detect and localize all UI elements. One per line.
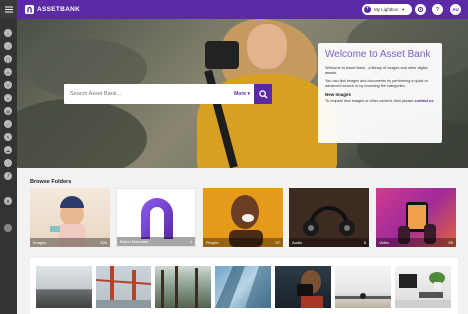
image-thumbnail[interactable] [155,266,211,308]
asset-bank-logo-icon [25,5,34,14]
contact-us-link[interactable]: contact us. [415,99,435,103]
folder-tile-brand-materials[interactable]: Brand Materials 4 [116,188,196,247]
folder-name: People [206,240,219,245]
welcome-instructions: You can find images and documents by per… [325,79,428,88]
search-icon[interactable]: ⌕ [4,94,12,102]
folder-name: Images [33,240,47,245]
chevron-down-icon: ▼ [401,7,406,12]
image-thumbnail[interactable] [96,266,151,308]
folder-name: Audio [292,240,303,245]
welcome-title: Welcome to Asset Bank [325,49,431,60]
share-icon[interactable]: ⤴ [4,172,12,180]
folder-count: 906 [100,240,107,245]
folder-name: Brand Materials [120,239,149,244]
user-avatar[interactable]: AU [450,4,461,15]
search-icon [258,89,268,99]
image-thumbnail[interactable] [335,266,391,308]
welcome-panel: Welcome to Asset Bank Welcome to Asset B… [318,43,442,143]
search-input[interactable] [64,91,235,97]
home-icon[interactable]: ⌂ [4,29,12,37]
app-name: ASSETBANK [37,6,81,13]
admin-icon[interactable]: ⚙ [4,197,12,205]
folder-tile-people[interactable]: People 57 [203,188,283,247]
folder-tile-audio[interactable]: Audio 6 [289,188,369,247]
folder-count: 69 [448,240,453,245]
new-images-text: To request new images or other content, … [325,99,435,103]
welcome-intro: Welcome to Asset Bank - a library of ima… [325,66,428,75]
more-options-toggle[interactable]: More ▾ [234,91,250,97]
info-icon[interactable]: i [4,224,12,232]
help-icon[interactable]: ? [432,4,443,15]
search-button[interactable] [254,84,272,104]
folder-name: Video [379,240,390,245]
lightbox-dropdown[interactable]: + My Lightbox ▼ [362,4,412,15]
edit-icon[interactable]: ✎ [4,133,12,141]
hamburger-menu-icon[interactable] [0,0,17,19]
cloud-icon[interactable]: ☁ [4,146,12,154]
folder-tile-video[interactable]: Video 69 [376,188,456,247]
plus-icon: + [364,6,371,13]
sidebar: ⌂ ↑ ▢ ▭ ≡ ⌕ ▤ ✓ ✎ ☁ ↓ ⤴ ⚙ i [0,19,17,314]
settings-icon[interactable] [415,4,426,15]
download-icon[interactable]: ↓ [4,159,12,167]
image-thumbnail[interactable] [275,266,331,308]
folder-count: 6 [363,240,366,245]
upload-icon[interactable]: ↑ [4,42,12,50]
collections-icon[interactable]: ≡ [4,81,12,89]
folder-count: 4 [189,239,192,244]
folder-icon[interactable]: ▭ [4,68,12,76]
browse-folders-heading: Browse Folders [30,179,72,185]
lightbox-label: My Lightbox [374,7,399,12]
image-thumbnail[interactable] [215,266,271,308]
approvals-icon[interactable]: ✓ [4,120,12,128]
search-bar: More ▾ [64,84,254,104]
folder-tile-images[interactable]: Images 906 [30,188,110,247]
document-icon[interactable]: ▤ [4,107,12,115]
lightbox-icon[interactable]: ▢ [4,55,12,63]
image-thumbnail[interactable] [395,266,451,308]
new-images-heading: New Images [325,92,352,97]
image-thumbnail[interactable] [36,266,92,308]
folder-count: 57 [275,240,280,245]
app-logo[interactable]: ASSETBANK [25,5,80,14]
top-bar: ASSETBANK + My Lightbox ▼ ? AU [0,0,468,19]
